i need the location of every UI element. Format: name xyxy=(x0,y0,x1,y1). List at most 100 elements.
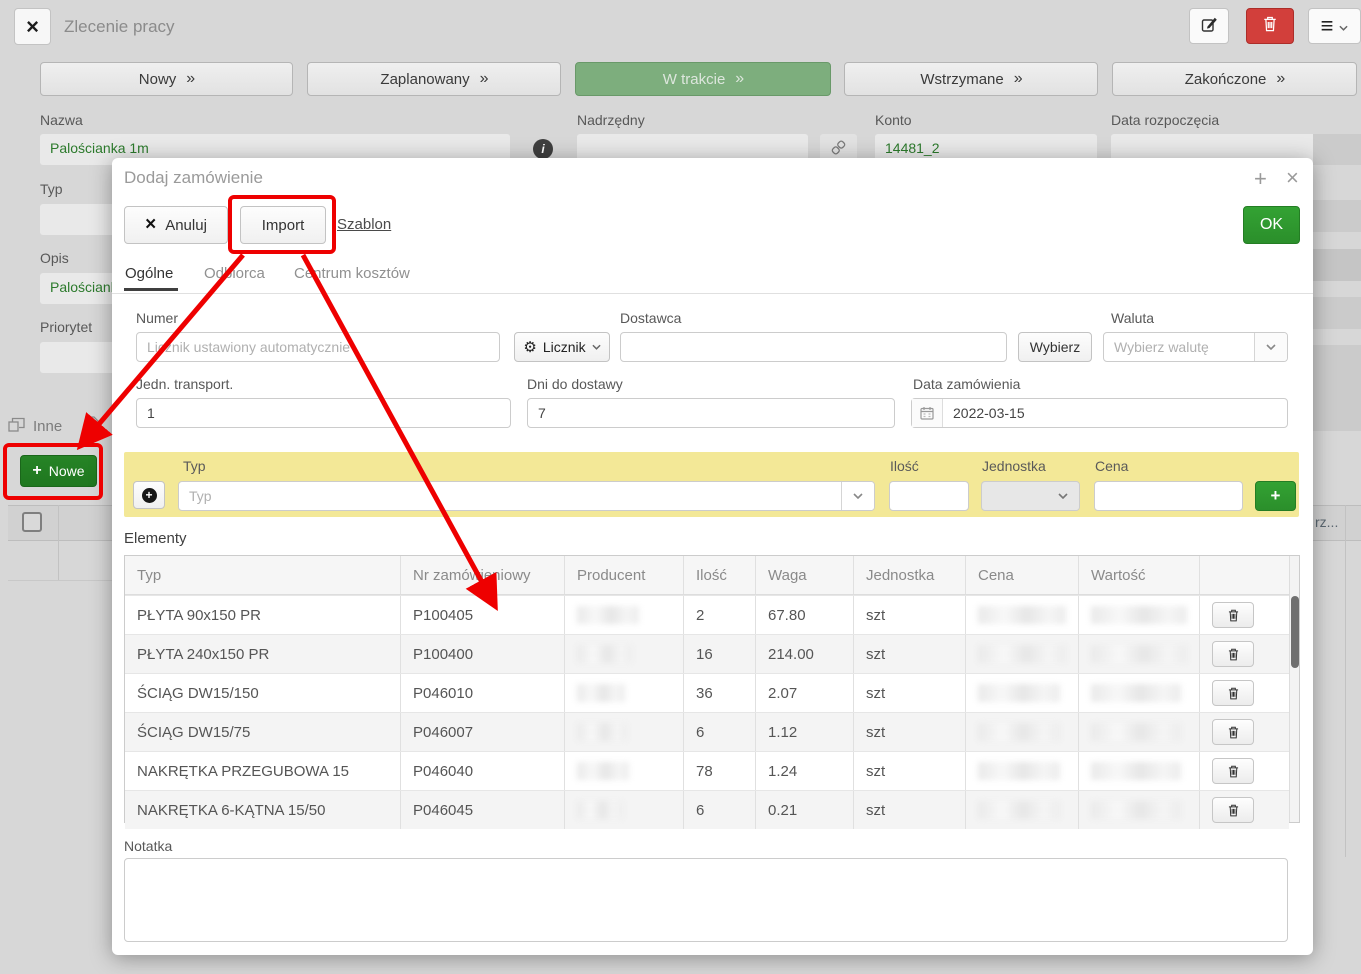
edit-button[interactable] xyxy=(1189,8,1229,44)
status-label: W trakcie xyxy=(663,71,726,88)
info-icon[interactable]: i xyxy=(533,139,553,159)
status-zaplanowany-button[interactable]: Zaplanowany » xyxy=(307,62,561,96)
redacted-producent xyxy=(577,645,632,663)
document-icon xyxy=(86,416,99,436)
col-cena: Cena xyxy=(965,556,1078,594)
status-w-trakcie-button[interactable]: W trakcie » xyxy=(575,62,831,96)
delete-record-button[interactable] xyxy=(1246,8,1294,44)
nowe-button[interactable]: + Nowe xyxy=(20,455,97,487)
data-zamowienia-field[interactable]: 2022-03-15 xyxy=(911,398,1288,428)
trash-icon xyxy=(1228,648,1239,661)
delete-row-button[interactable] xyxy=(1212,797,1254,823)
double-arrow-icon: » xyxy=(1014,70,1022,88)
expand-icon[interactable]: + xyxy=(1254,166,1267,192)
scrollbar-thumb[interactable] xyxy=(1291,596,1299,668)
jednostka-column-label: Jednostka xyxy=(982,458,1046,474)
screen: × Zlecenie pracy ≡ Nowy» Zaplanowany» W … xyxy=(0,0,1361,974)
wybierz-button[interactable]: Wybierz xyxy=(1018,332,1092,362)
double-arrow-icon: » xyxy=(735,70,743,88)
tab-odbiorca[interactable]: Odbiorca xyxy=(204,265,265,282)
redacted-producent xyxy=(577,723,627,741)
delete-row-button[interactable] xyxy=(1212,641,1254,667)
dostawca-label: Dostawca xyxy=(620,310,681,326)
expand-add-button[interactable]: + xyxy=(133,481,165,509)
dostawca-input[interactable] xyxy=(620,332,1007,362)
redacted-producent xyxy=(577,684,625,702)
numer-input[interactable] xyxy=(136,332,500,362)
pencil-icon xyxy=(1201,16,1218,37)
select-all-checkbox[interactable] xyxy=(22,512,42,532)
redacted-wartosc xyxy=(1091,606,1187,624)
opis-label: Opis xyxy=(40,250,69,266)
status-wstrzymane-button[interactable]: Wstrzymane » xyxy=(844,62,1098,96)
data-zamowienia-label: Data zamówienia xyxy=(913,376,1020,392)
typ-field[interactable] xyxy=(40,204,120,235)
priorytet-field[interactable] xyxy=(40,342,120,373)
menu-button[interactable]: ≡ xyxy=(1308,8,1361,44)
status-label: Zaplanowany xyxy=(380,71,469,88)
ok-button[interactable]: OK xyxy=(1243,206,1300,244)
cena-column-label: Cena xyxy=(1095,458,1128,474)
redacted-wartosc xyxy=(1091,723,1181,741)
chevron-down-icon xyxy=(592,344,601,350)
delete-row-button[interactable] xyxy=(1212,602,1254,628)
waluta-select[interactable]: Wybierz walutę xyxy=(1103,332,1288,362)
close-icon: × xyxy=(145,214,156,236)
delete-row-button[interactable] xyxy=(1212,719,1254,745)
nadrzedny-label: Nadrzędny xyxy=(577,112,645,128)
licznik-button[interactable]: ⚙ Licznik xyxy=(514,332,610,362)
bg-table-header-right: rz... xyxy=(1313,505,1361,541)
table-row: NAKRĘTKA PRZEGUBOWA 15 P046040 78 1.24 s… xyxy=(125,751,1289,790)
redacted-wartosc xyxy=(1091,645,1187,663)
redacted-producent xyxy=(577,801,623,819)
add-item-button[interactable]: + xyxy=(1255,481,1296,511)
status-label: Wstrzymane xyxy=(920,71,1003,88)
delete-row-button[interactable] xyxy=(1212,758,1254,784)
table-scrollbar[interactable] xyxy=(1289,556,1299,822)
tab-ogolne[interactable]: Ogólne xyxy=(125,265,173,282)
chevron-down-icon xyxy=(1254,333,1287,361)
import-label: Import xyxy=(262,217,305,234)
circle-plus-icon: + xyxy=(142,488,157,503)
plus-icon: + xyxy=(32,462,41,480)
col-waga: Waga xyxy=(755,556,853,594)
delete-row-button[interactable] xyxy=(1212,680,1254,706)
status-nowy-button[interactable]: Nowy» xyxy=(40,62,293,96)
cena-input[interactable] xyxy=(1094,481,1243,511)
jedn-transport-label: Jedn. transport. xyxy=(136,376,233,392)
konto-label: Konto xyxy=(875,112,912,128)
typ-column-label: Typ xyxy=(183,458,206,474)
numer-label: Numer xyxy=(136,310,178,326)
jednostka-select[interactable] xyxy=(981,481,1080,511)
jedn-transport-input[interactable] xyxy=(136,398,511,428)
col-producent: Producent xyxy=(564,556,683,594)
szablon-link[interactable]: Szablon xyxy=(337,216,391,233)
data-rozpoczecia-label: Data rozpoczęcia xyxy=(1111,112,1219,128)
ilosc-column-label: Ilość xyxy=(890,458,919,474)
redacted-wartosc xyxy=(1091,684,1181,702)
trash-icon xyxy=(1228,687,1239,700)
bg-table-row-border xyxy=(8,580,112,581)
typ-placeholder: Typ xyxy=(179,488,841,504)
tabs-divider xyxy=(112,293,1313,294)
gears-icon: ⚙ xyxy=(523,338,536,356)
table-row: ŚCIĄG DW15/75 P046007 6 1.12 szt xyxy=(125,712,1289,751)
dni-do-dostawy-input[interactable] xyxy=(527,398,895,428)
anuluj-button[interactable]: × Anuluj xyxy=(124,206,228,244)
close-dialog-icon[interactable]: × xyxy=(1286,165,1299,191)
ilosc-input[interactable] xyxy=(889,481,969,511)
chevron-down-icon xyxy=(841,482,874,510)
opis-field[interactable]: Palościank xyxy=(40,273,120,304)
chain-link-icon xyxy=(831,140,846,160)
status-label: Zakończone xyxy=(1185,71,1267,88)
import-button[interactable]: Import xyxy=(240,206,326,244)
tab-centrum-kosztow[interactable]: Centrum kosztów xyxy=(294,265,410,282)
trash-icon xyxy=(1228,609,1239,622)
close-window-button[interactable]: × xyxy=(14,8,51,45)
trash-icon xyxy=(1228,804,1239,817)
status-zakonczone-button[interactable]: Zakończone» xyxy=(1112,62,1357,96)
table-row: PŁYTA 240x150 PR P100400 16 214.00 szt xyxy=(125,634,1289,673)
typ-combobox[interactable]: Typ xyxy=(178,481,875,511)
double-arrow-icon: » xyxy=(480,70,488,88)
notatka-textarea[interactable] xyxy=(124,858,1288,942)
